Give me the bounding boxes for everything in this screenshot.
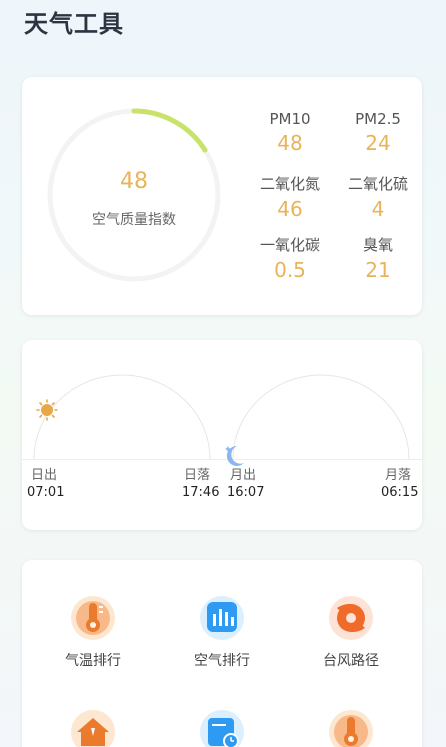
tool-disaster-warning[interactable] — [43, 708, 143, 747]
clock-calendar-icon — [200, 710, 244, 747]
tool-typhoon-path[interactable]: 台风路径 — [301, 594, 401, 670]
sunrise-label: 日出 — [31, 468, 58, 483]
moonset-time: 06:15 — [381, 485, 419, 500]
pollutant-pm10: PM10 48 — [245, 110, 335, 155]
tool-temperature-ranking[interactable]: 气温排行 — [43, 594, 143, 670]
tool-air-ranking[interactable]: 空气排行 — [172, 594, 272, 670]
pollutant-value: 21 — [365, 258, 391, 282]
thermometer-icon — [71, 596, 115, 640]
page-title: 天气工具 — [24, 10, 124, 38]
moon-arc — [232, 374, 410, 460]
pollutant-value: 46 — [277, 197, 303, 221]
sunset-label: 日落 — [184, 468, 211, 483]
pollutant-o3: 臭氧 21 — [333, 234, 423, 282]
tool-label: 气温排行 — [65, 653, 121, 669]
pollutant-no2: 二氧化氮 46 — [245, 173, 335, 221]
tool-label: 空气排行 — [194, 653, 250, 669]
pollutant-name: PM10 — [269, 110, 311, 128]
pollutant-value: 0.5 — [274, 258, 306, 282]
pollutant-name: 臭氧 — [362, 236, 393, 254]
aqi-ring — [47, 108, 221, 282]
pollutant-name: 二氧化硫 — [347, 175, 408, 193]
house-alert-icon — [71, 710, 115, 747]
moonrise-label: 月出 — [230, 468, 257, 483]
pollutant-name: PM2.5 — [355, 110, 401, 128]
pollutant-name: 二氧化氮 — [259, 175, 320, 193]
pollutant-value: 24 — [365, 131, 391, 155]
aqi-label: 空气质量指数 — [92, 212, 176, 228]
moonset-label: 月落 — [385, 468, 412, 483]
sun-icon — [36, 399, 58, 421]
sunrise-time: 07:01 — [27, 485, 65, 500]
tools-grid-card: 气温排行 空气排行 台风路径 — [22, 560, 422, 747]
pollutant-name: 一氧化碳 — [259, 236, 320, 254]
tool-label: 台风路径 — [323, 653, 379, 669]
bar-chart-icon — [200, 596, 244, 640]
air-quality-card[interactable]: 48 空气质量指数 PM10 48 PM2.5 24 二氧化氮 46 二氧化硫 … — [22, 77, 422, 315]
pollutant-so2: 二氧化硫 4 — [333, 173, 423, 221]
thermometer-icon — [329, 710, 373, 747]
sun-moon-arcs — [22, 374, 422, 466]
pollutant-value: 48 — [277, 131, 303, 155]
sunset-time: 17:46 — [182, 485, 220, 500]
pollutant-co: 一氧化碳 0.5 — [245, 234, 335, 282]
tool-calendar[interactable] — [172, 708, 272, 747]
pollutant-value: 4 — [371, 197, 385, 221]
tool-temperature[interactable] — [301, 708, 401, 747]
sun-moon-card[interactable]: 日出 07:01 日落 17:46 月出 16:07 月落 06:15 — [22, 340, 422, 530]
moonrise-time: 16:07 — [227, 485, 265, 500]
moon-icon — [225, 445, 244, 466]
pollutant-pm25: PM2.5 24 — [333, 110, 423, 155]
aqi-value: 48 — [120, 169, 148, 194]
sun-arc — [33, 374, 211, 460]
typhoon-icon — [329, 596, 373, 640]
